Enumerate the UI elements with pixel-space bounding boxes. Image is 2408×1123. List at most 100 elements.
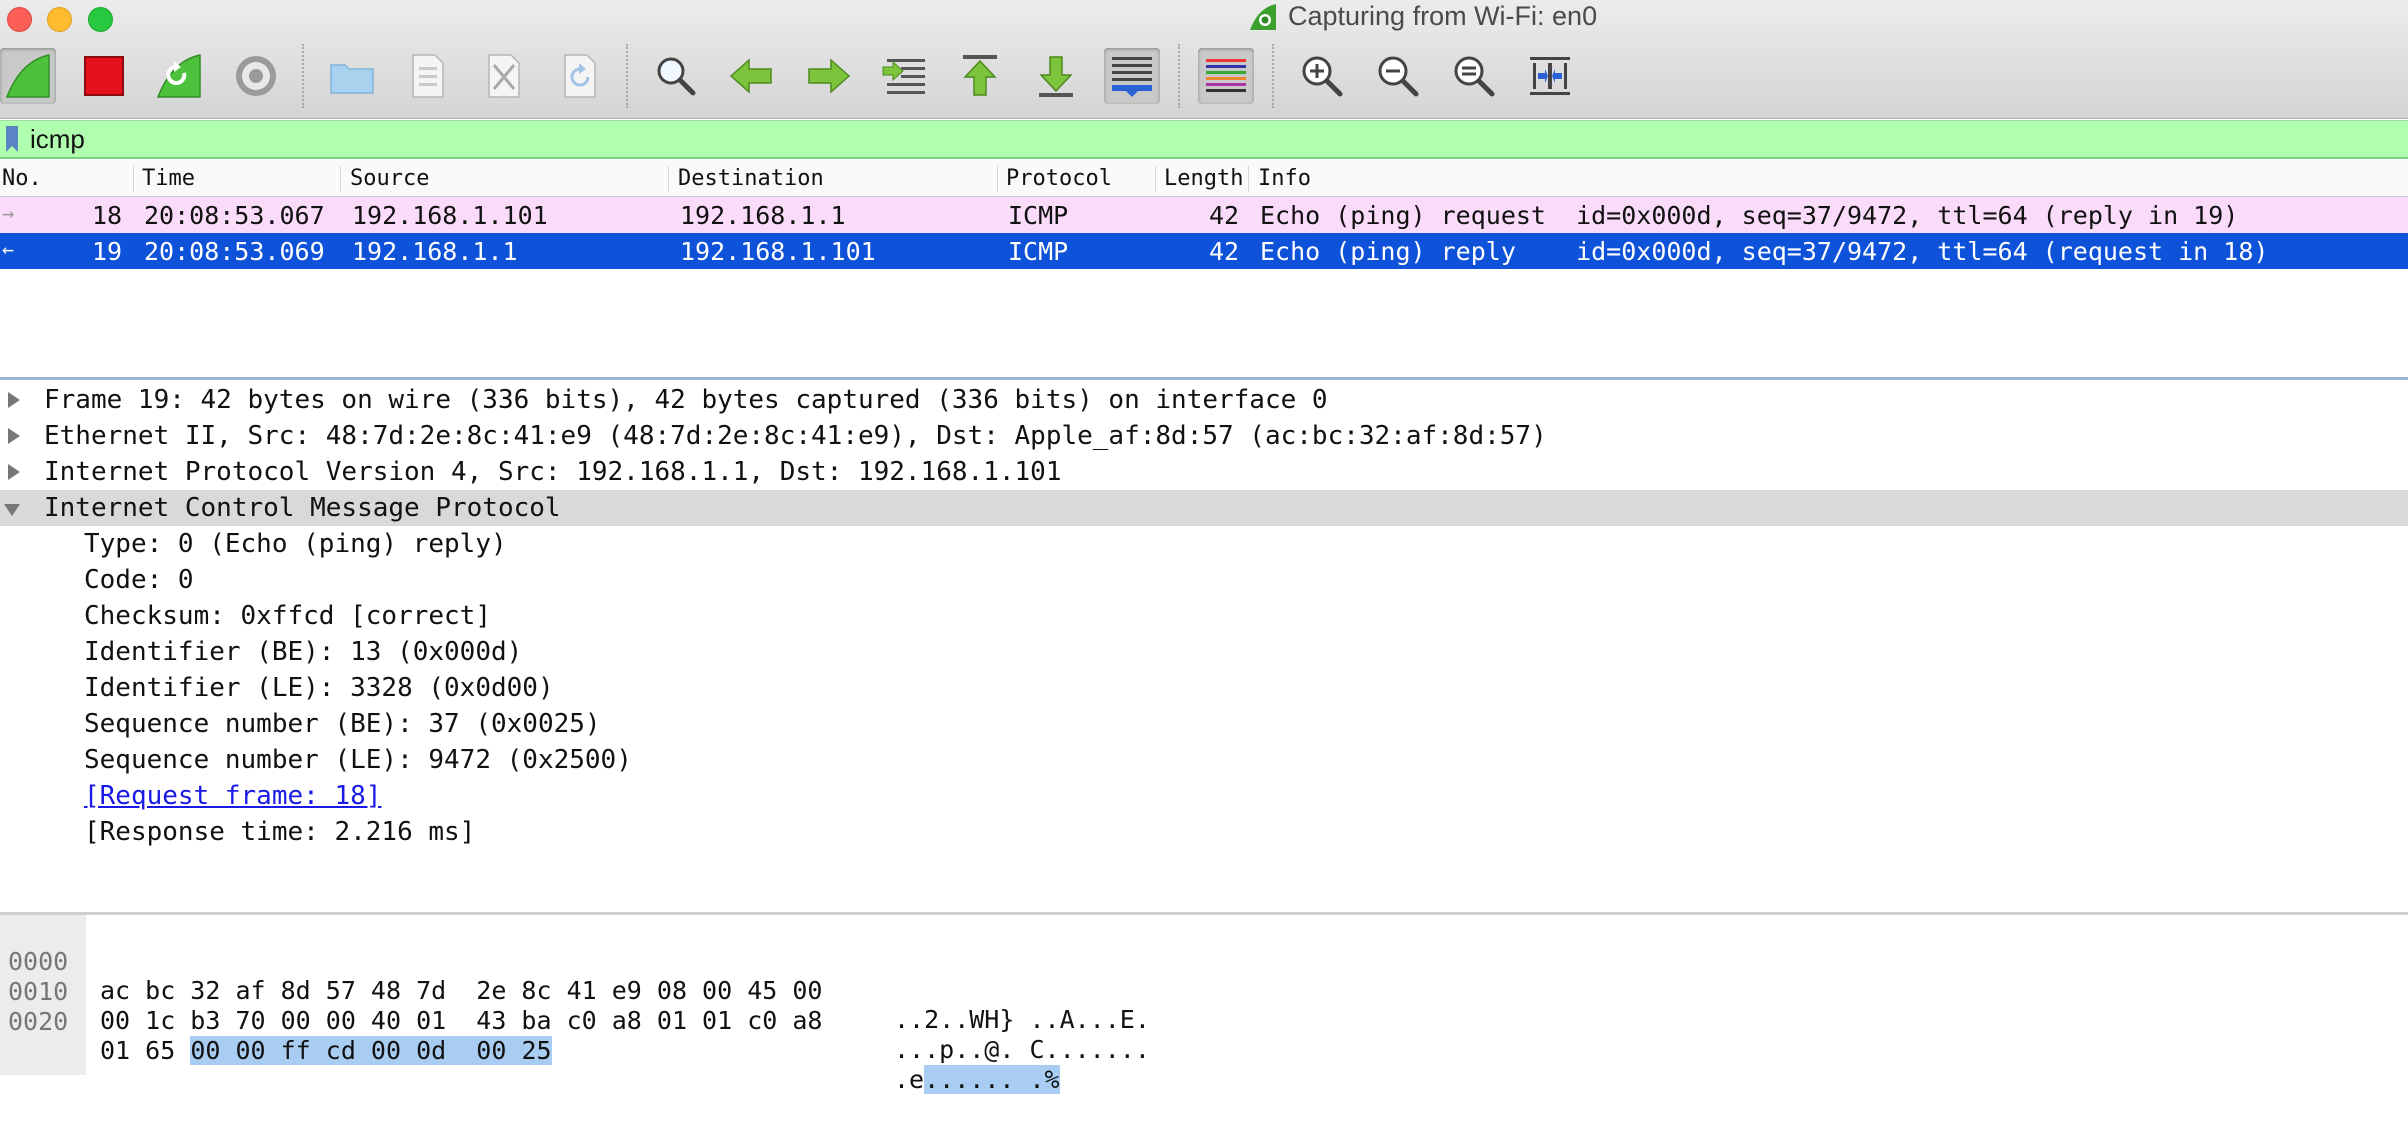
minimize-window-button[interactable] bbox=[47, 7, 72, 32]
expand-triangle-icon[interactable] bbox=[8, 428, 20, 444]
start-capture-icon bbox=[5, 54, 50, 98]
bytes-hex[interactable]: ac bc 32 af 8d 57 48 7d 2e 8c 41 e9 08 0… bbox=[100, 976, 822, 1005]
packet-list-header: No. Time Source Destination Protocol Len… bbox=[0, 160, 2408, 197]
tree-item-ethernet[interactable]: Ethernet II, Src: 48:7d:2e:8c:41:e9 (48:… bbox=[0, 418, 2408, 454]
tree-item-ip[interactable]: Internet Protocol Version 4, Src: 192.16… bbox=[0, 454, 2408, 490]
packet-source: 192.168.1.1 bbox=[352, 237, 518, 266]
bytes-row[interactable]: 0020 01 65 00 00 ff cd 00 0d 00 25 .e...… bbox=[0, 978, 1060, 1094]
close-file-icon bbox=[488, 54, 520, 98]
packet-row[interactable]: → 18 20:08:53.067 192.168.1.101 192.168.… bbox=[0, 197, 2408, 233]
column-header-no[interactable]: No. bbox=[2, 166, 42, 191]
normal-size-button[interactable] bbox=[1446, 48, 1502, 104]
tree-field[interactable]: Identifier (LE): 3328 (0x0d00) bbox=[0, 670, 2408, 706]
packet-length: 42 bbox=[1209, 201, 1240, 230]
go-first-packet-icon bbox=[963, 55, 997, 96]
window-title: Capturing from Wi-Fi: en0 bbox=[1288, 1, 1598, 31]
go-first-packet-button[interactable] bbox=[952, 48, 1008, 104]
tree-item-label: Frame 19: 42 bytes on wire (336 bits), 4… bbox=[44, 385, 1328, 415]
tree-field[interactable]: Checksum: 0xffcd [correct] bbox=[0, 598, 2408, 634]
column-divider[interactable] bbox=[997, 166, 998, 192]
display-filter-input[interactable] bbox=[30, 121, 2330, 157]
capture-options-button[interactable] bbox=[228, 48, 284, 104]
bytes-row[interactable]: 0000 ac bc 32 af 8d 57 48 7d 2e 8c 41 e9… bbox=[0, 918, 1150, 1034]
close-file-button[interactable] bbox=[476, 48, 532, 104]
resize-columns-button[interactable] bbox=[1522, 48, 1578, 104]
column-header-destination[interactable]: Destination bbox=[678, 166, 824, 191]
reload-file-button[interactable] bbox=[552, 48, 608, 104]
tree-field[interactable]: Sequence number (BE): 37 (0x0025) bbox=[0, 706, 2408, 742]
tree-field[interactable]: Type: 0 (Echo (ping) reply) bbox=[0, 526, 2408, 562]
zoom-window-button[interactable] bbox=[88, 7, 113, 32]
bytes-ascii[interactable]: ..2..WH} ..A...E. bbox=[894, 1005, 1150, 1034]
save-file-icon bbox=[412, 54, 444, 98]
filter-bookmark-icon[interactable] bbox=[5, 125, 19, 153]
bytes-ascii[interactable]: ...p..@. C....... bbox=[894, 1035, 1150, 1064]
start-capture-button[interactable] bbox=[0, 48, 56, 104]
bytes-ascii-plain: .e bbox=[894, 1065, 925, 1094]
packet-no: 19 bbox=[92, 237, 123, 266]
bytes-row[interactable]: 0010 00 1c b3 70 00 00 40 01 43 ba c0 a8… bbox=[0, 948, 1150, 1064]
bytes-hex[interactable]: 01 65 00 00 ff cd 00 0d 00 25 bbox=[100, 1036, 552, 1065]
column-header-protocol[interactable]: Protocol bbox=[1006, 166, 1112, 191]
find-packet-icon bbox=[657, 57, 696, 96]
field-sequence-le: Sequence number (LE): 9472 (0x2500) bbox=[84, 745, 632, 775]
tree-item-label: Internet Control Message Protocol bbox=[44, 493, 561, 523]
autoscroll-icon bbox=[1112, 57, 1152, 97]
request-frame-link[interactable]: [Request frame: 18] bbox=[84, 781, 381, 811]
field-code: Code: 0 bbox=[84, 565, 194, 595]
tree-item-label: Internet Protocol Version 4, Src: 192.16… bbox=[44, 457, 1062, 487]
field-identifier-be: Identifier (BE): 13 (0x000d) bbox=[84, 637, 523, 667]
column-divider[interactable] bbox=[668, 166, 669, 192]
zoom-in-button[interactable] bbox=[1294, 48, 1350, 104]
column-header-time[interactable]: Time bbox=[142, 166, 195, 191]
tree-item-icmp[interactable]: Internet Control Message Protocol bbox=[0, 490, 2408, 526]
open-file-button[interactable] bbox=[324, 48, 380, 104]
packet-row-selected[interactable]: ← 19 20:08:53.069 192.168.1.1 192.168.1.… bbox=[0, 233, 2408, 269]
packet-direction-icon: ← bbox=[2, 237, 15, 261]
column-header-source[interactable]: Source bbox=[350, 166, 429, 191]
go-to-packet-button[interactable] bbox=[876, 48, 932, 104]
go-forward-button[interactable] bbox=[800, 48, 856, 104]
expand-triangle-icon[interactable] bbox=[8, 392, 20, 408]
packet-destination: 192.168.1.101 bbox=[680, 237, 876, 266]
normal-size-icon bbox=[1454, 56, 1495, 97]
go-forward-icon bbox=[808, 58, 851, 94]
tree-field[interactable]: Identifier (BE): 13 (0x000d) bbox=[0, 634, 2408, 670]
packet-no: 18 bbox=[92, 201, 123, 230]
bytes-hex-selected: 00 00 ff cd 00 0d 00 25 bbox=[190, 1036, 552, 1065]
stop-capture-icon bbox=[84, 56, 124, 96]
column-divider[interactable] bbox=[1155, 166, 1156, 192]
save-file-button[interactable] bbox=[400, 48, 456, 104]
column-divider[interactable] bbox=[133, 166, 134, 192]
autoscroll-button[interactable] bbox=[1104, 48, 1160, 104]
open-file-icon bbox=[330, 64, 374, 94]
tree-field[interactable]: [Request frame: 18] bbox=[0, 778, 2408, 814]
reload-file-icon bbox=[564, 54, 596, 98]
zoom-out-button[interactable] bbox=[1370, 48, 1426, 104]
bytes-hex[interactable]: 00 1c b3 70 00 00 40 01 43 ba c0 a8 01 0… bbox=[100, 1006, 822, 1035]
stop-capture-button[interactable] bbox=[76, 48, 132, 104]
bytes-ascii[interactable]: .e...... .% bbox=[894, 1065, 1060, 1094]
packet-time: 20:08:53.067 bbox=[144, 201, 325, 230]
column-header-length[interactable]: Length bbox=[1164, 166, 1243, 191]
bytes-offset: 0020 bbox=[8, 1007, 69, 1036]
restart-capture-button[interactable] bbox=[151, 48, 207, 104]
packet-info: Echo (ping) request id=0x000d, seq=37/94… bbox=[1260, 201, 2239, 230]
tree-field[interactable]: Code: 0 bbox=[0, 562, 2408, 598]
packet-length: 42 bbox=[1209, 237, 1240, 266]
tree-item-frame[interactable]: Frame 19: 42 bytes on wire (336 bits), 4… bbox=[0, 382, 2408, 418]
colorize-button[interactable] bbox=[1198, 48, 1254, 104]
column-divider[interactable] bbox=[1248, 166, 1249, 192]
go-back-button[interactable] bbox=[724, 48, 780, 104]
expand-triangle-icon[interactable] bbox=[8, 464, 20, 480]
tree-field[interactable]: Sequence number (LE): 9472 (0x2500) bbox=[0, 742, 2408, 778]
close-window-button[interactable] bbox=[7, 7, 32, 32]
column-header-info[interactable]: Info bbox=[1258, 166, 1311, 191]
go-last-packet-button[interactable] bbox=[1028, 48, 1084, 104]
find-packet-button[interactable] bbox=[648, 48, 704, 104]
packet-info: Echo (ping) reply id=0x000d, seq=37/9472… bbox=[1260, 237, 2269, 266]
tree-field[interactable]: [Response time: 2.216 ms] bbox=[0, 814, 2408, 850]
column-divider[interactable] bbox=[340, 166, 341, 192]
collapse-triangle-icon[interactable] bbox=[4, 504, 20, 516]
bytes-hex-plain: 01 65 bbox=[100, 1036, 191, 1065]
